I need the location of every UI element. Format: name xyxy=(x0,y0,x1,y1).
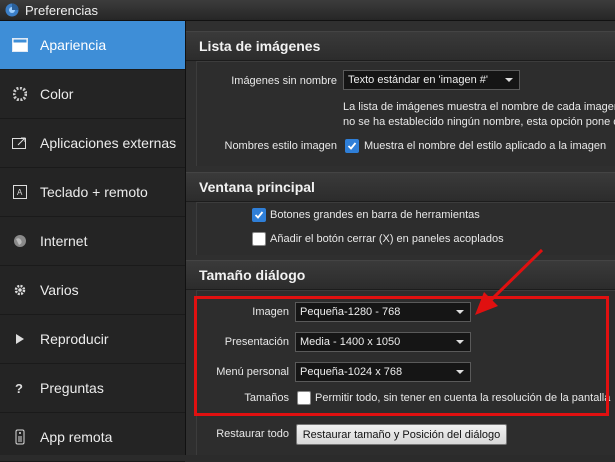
close-button-label: Añadir el botón cerrar (X) en paneles ac… xyxy=(270,233,504,245)
image-list-description-line2: no se ha establecido ningún nombre, esta… xyxy=(343,116,615,128)
section-header-main-window: Ventana principal xyxy=(186,172,615,202)
big-buttons-label: Botones grandes en barra de herramientas xyxy=(270,209,480,221)
sidebar-item-label: Internet xyxy=(40,233,88,249)
unnamed-images-select[interactable]: Texto estándar en 'imagen #' xyxy=(343,70,520,90)
select-value: Texto estándar en 'imagen #' xyxy=(348,74,488,86)
sidebar-item-color[interactable]: Color xyxy=(0,70,185,119)
external-app-icon xyxy=(12,135,28,151)
section-header-image-list: Lista de imágenes xyxy=(186,31,615,61)
sidebar-item-label: Preguntas xyxy=(40,380,104,396)
sidebar-item-label: Aplicaciones externas xyxy=(40,135,177,151)
section-title: Tamaño diálogo xyxy=(199,267,306,283)
big-buttons-checkbox[interactable] xyxy=(252,208,266,222)
window-title: Preferencias xyxy=(25,2,98,18)
sidebar-item-aplicaciones-externas[interactable]: Aplicaciones externas xyxy=(0,119,185,168)
remote-icon xyxy=(12,429,28,445)
checkmark-icon xyxy=(254,211,264,219)
color-wheel-icon xyxy=(12,86,28,102)
annotation-arrow-icon xyxy=(475,248,544,315)
checkmark-icon xyxy=(347,142,357,150)
sidebar-item-preguntas[interactable]: ? Preguntas xyxy=(0,364,185,413)
unnamed-images-label: Imágenes sin nombre xyxy=(231,75,337,87)
play-icon xyxy=(12,331,28,347)
gear-icon xyxy=(12,282,28,298)
sidebar: Apariencia Color Aplicaciones externas A… xyxy=(0,21,186,462)
style-names-checkbox[interactable] xyxy=(345,139,359,153)
section-title: Ventana principal xyxy=(199,179,315,195)
sidebar-item-label: Teclado + remoto xyxy=(40,184,148,200)
sidebar-item-label: Varios xyxy=(40,282,79,298)
sidebar-item-varios[interactable]: Varios xyxy=(0,266,185,315)
sidebar-item-label: Color xyxy=(40,86,74,102)
style-names-checkbox-label: Muestra el nombre del estilo aplicado a … xyxy=(364,140,607,152)
svg-text:A: A xyxy=(17,188,23,197)
restore-dialog-button[interactable]: Restaurar tamaño y Posición del diálogo xyxy=(296,424,507,445)
keyboard-icon: A xyxy=(12,184,28,200)
svg-text:?: ? xyxy=(15,381,23,395)
chevron-down-icon xyxy=(505,78,513,82)
globe-icon xyxy=(12,233,28,249)
sidebar-item-label: Apariencia xyxy=(40,37,107,53)
sidebar-item-reproducir[interactable]: Reproducir xyxy=(0,315,185,364)
style-names-label: Nombres estilo imagen xyxy=(224,140,338,152)
app-logo-icon xyxy=(5,3,19,17)
sidebar-item-internet[interactable]: Internet xyxy=(0,217,185,266)
image-list-description-line1: La lista de imágenes muestra el nombre d… xyxy=(343,101,615,113)
restore-all-label: Restaurar todo xyxy=(216,428,289,440)
appearance-icon xyxy=(12,37,28,53)
sidebar-item-apariencia[interactable]: Apariencia xyxy=(0,21,185,70)
title-bar: Preferencias xyxy=(0,0,615,21)
section-title: Lista de imágenes xyxy=(199,38,321,54)
sidebar-item-teclado-remoto[interactable]: A Teclado + remoto xyxy=(0,168,185,217)
sidebar-item-label: App remota xyxy=(40,429,113,445)
close-button-checkbox[interactable] xyxy=(252,232,266,246)
sidebar-item-label: Reproducir xyxy=(40,331,109,347)
question-icon: ? xyxy=(12,380,28,396)
